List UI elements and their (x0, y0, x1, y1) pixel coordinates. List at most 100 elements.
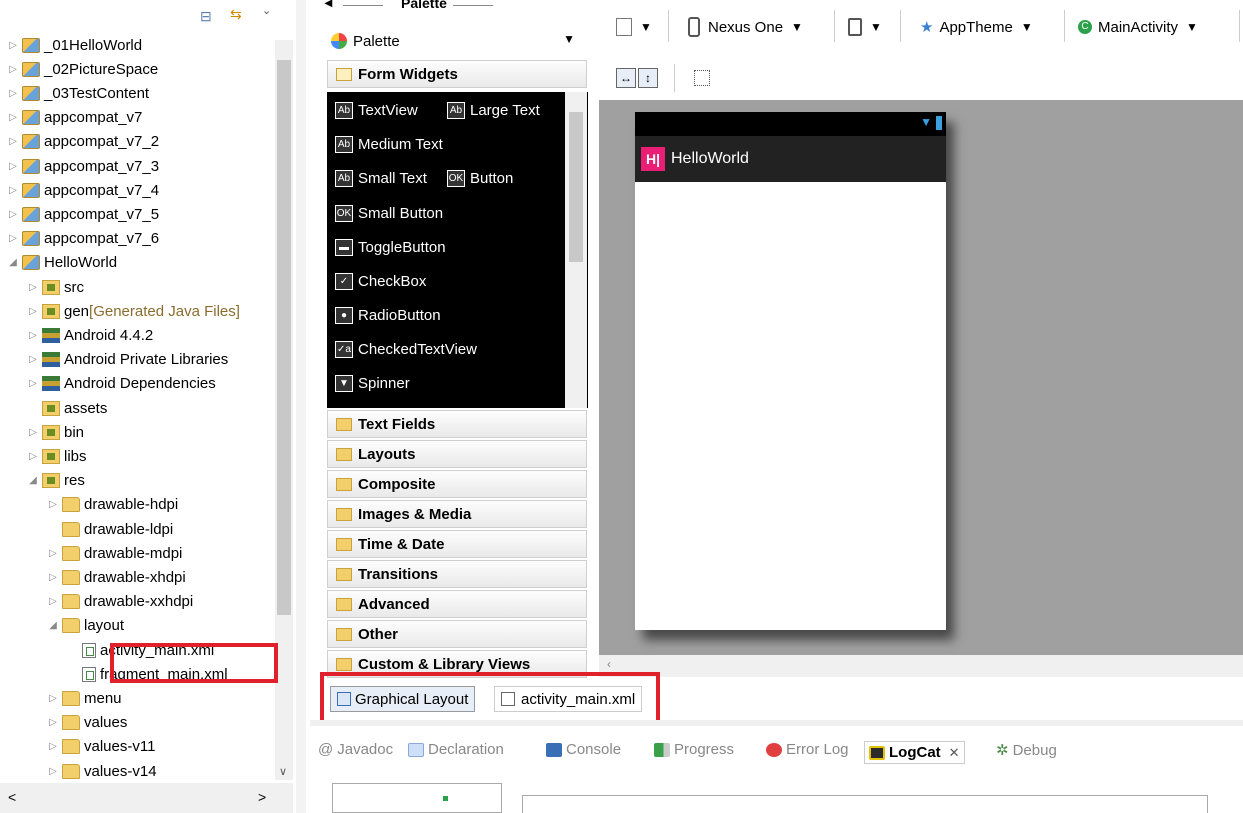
activity-dropdown[interactable]: C MainActivity ▼ (1078, 12, 1198, 42)
palette-widget[interactable]: ✓a CheckedTextView (335, 337, 477, 361)
palette-widget[interactable]: Ab TextView (335, 98, 418, 122)
collapsed-arrow-icon[interactable]: ▷ (46, 548, 60, 559)
tree-item[interactable]: ◢ res (26, 469, 85, 493)
palette-widget[interactable]: Ab Small Text (335, 166, 427, 190)
collapsed-arrow-icon[interactable]: ▷ (6, 185, 20, 196)
tab-error-log[interactable]: Error Log (766, 741, 849, 758)
tree-item[interactable]: ▷ appcompat_v7_3 (6, 154, 159, 178)
collapsed-arrow-icon[interactable]: ▷ (26, 306, 40, 317)
tree-item[interactable]: ▷ appcompat_v7_4 (6, 178, 159, 202)
category-form-widgets[interactable]: Form Widgets (327, 60, 587, 88)
palette-back-icon[interactable]: ◂ (325, 0, 332, 11)
orientation-dropdown[interactable]: ▼ (848, 12, 882, 42)
canvas-horizontal-scrollbar[interactable]: ‹ (599, 655, 1243, 677)
collapsed-arrow-icon[interactable]: ▷ (46, 741, 60, 752)
palette-category[interactable]: Layouts (327, 440, 587, 468)
tree-item[interactable]: ▷ drawable-xxhdpi (46, 590, 193, 614)
palette-category[interactable]: Transitions (327, 560, 587, 588)
collapsed-arrow-icon[interactable]: ▷ (46, 499, 60, 510)
palette-category[interactable]: Composite (327, 470, 587, 498)
collapsed-arrow-icon[interactable]: ▷ (26, 451, 40, 462)
tree-item[interactable]: ▷ appcompat_v7_6 (6, 227, 159, 251)
tree-item[interactable]: ▷ libs (26, 444, 86, 468)
tab-progress[interactable]: Progress (654, 741, 734, 758)
tree-item[interactable]: ▷ src (26, 275, 84, 299)
scroll-down-icon[interactable]: ∨ (279, 765, 287, 778)
tree-item[interactable]: ◢ HelloWorld (6, 251, 117, 275)
tree-item[interactable]: ▷ appcompat_v7_5 (6, 202, 159, 226)
palette-widget[interactable]: OK Button (447, 166, 513, 190)
widget-scrollbar-thumb[interactable] (569, 112, 583, 262)
palette-dropdown[interactable]: Palette ▼ (327, 28, 587, 54)
collapsed-arrow-icon[interactable]: ▷ (26, 330, 40, 341)
tab-logcat[interactable]: LogCat ✕ (864, 741, 965, 764)
tree-item[interactable]: ▷ appcompat_v7_2 (6, 130, 159, 154)
tree-item[interactable]: ▷ Android 4.4.2 (26, 323, 153, 347)
collapsed-arrow-icon[interactable]: ▷ (6, 209, 20, 220)
expanded-arrow-icon[interactable]: ◢ (26, 475, 40, 486)
close-icon[interactable]: ✕ (949, 745, 960, 761)
collapsed-arrow-icon[interactable]: ▷ (6, 64, 20, 75)
tree-item[interactable]: ▷ gen [Generated Java Files] (26, 299, 240, 323)
tree-horizontal-scrollbar[interactable]: < > (0, 783, 293, 813)
fill-height-icon[interactable]: ↕ (638, 68, 658, 88)
tree-item[interactable]: ▷ values-v11 (46, 735, 155, 759)
tree-item[interactable]: ▷ _01HelloWorld (6, 33, 142, 57)
palette-category[interactable]: Text Fields (327, 410, 587, 438)
scroll-left-icon[interactable]: < (8, 789, 16, 805)
collapsed-arrow-icon[interactable]: ▷ (6, 40, 20, 51)
link-editor-icon[interactable]: ⇆ (230, 6, 242, 23)
tree-item[interactable]: ◢ layout (46, 614, 124, 638)
collapsed-arrow-icon[interactable]: ▷ (6, 88, 20, 99)
palette-category[interactable]: Advanced (327, 590, 587, 618)
palette-widget[interactable]: ▼ Spinner (335, 371, 410, 395)
tab-declaration[interactable]: Declaration (408, 741, 504, 758)
tab-console[interactable]: Console (546, 741, 621, 758)
panel-divider[interactable] (296, 0, 306, 813)
device-dropdown[interactable]: Nexus One ▼ (688, 12, 803, 42)
collapsed-arrow-icon[interactable]: ▷ (6, 112, 20, 123)
collapsed-arrow-icon[interactable]: ▷ (26, 427, 40, 438)
tree-item[interactable]: ▷ _02PictureSpace (6, 57, 158, 81)
margins-icon[interactable] (694, 70, 710, 86)
collapsed-arrow-icon[interactable]: ▷ (26, 282, 40, 293)
collapsed-arrow-icon[interactable]: ▷ (46, 572, 60, 583)
collapsed-arrow-icon[interactable]: ▷ (46, 766, 60, 777)
collapsed-arrow-icon[interactable]: ▷ (6, 233, 20, 244)
collapsed-arrow-icon[interactable]: ▷ (26, 378, 40, 389)
tree-scrollbar-thumb[interactable] (277, 60, 291, 615)
tree-item[interactable]: ▷ menu (46, 686, 121, 710)
collapsed-arrow-icon[interactable]: ▷ (46, 596, 60, 607)
widget-scrollbar[interactable] (565, 92, 587, 408)
theme-dropdown[interactable]: ★ AppTheme ▼ (920, 12, 1033, 42)
palette-category[interactable]: Time & Date (327, 530, 587, 558)
palette-widget[interactable]: ● RadioButton (335, 303, 441, 327)
collapsed-arrow-icon[interactable]: ▷ (46, 717, 60, 728)
palette-category[interactable]: Other (327, 620, 587, 648)
tab-debug[interactable]: ✲ Debug (996, 741, 1057, 760)
tree-item[interactable]: ▷ drawable-xhdpi (46, 565, 186, 589)
collapse-all-icon[interactable]: ⊟ (200, 8, 212, 25)
scroll-right-icon[interactable]: > (258, 789, 266, 805)
tree-item[interactable]: ▷ appcompat_v7 (6, 106, 142, 130)
tree-item[interactable]: ▷ Android Dependencies (26, 372, 216, 396)
expanded-arrow-icon[interactable]: ◢ (46, 620, 60, 631)
view-menu-icon[interactable]: ⌄ (262, 4, 271, 17)
tree-item[interactable]: drawable-ldpi (46, 517, 173, 541)
collapsed-arrow-icon[interactable]: ▷ (6, 161, 20, 172)
device-preview[interactable]: ▼ H| HelloWorld (635, 112, 946, 630)
tree-item[interactable]: ▷ drawable-mdpi (46, 541, 182, 565)
palette-widget[interactable]: Ab Large Text (447, 98, 540, 122)
collapsed-arrow-icon[interactable]: ▷ (46, 693, 60, 704)
fill-width-icon[interactable]: ↔ (616, 68, 636, 88)
palette-category[interactable]: Images & Media (327, 500, 587, 528)
expanded-arrow-icon[interactable]: ◢ (6, 257, 20, 268)
collapsed-arrow-icon[interactable]: ▷ (26, 354, 40, 365)
tree-item[interactable]: ▷ values-v14 (46, 759, 156, 783)
palette-widget[interactable]: ✓ CheckBox (335, 269, 426, 293)
palette-widget[interactable]: Ab Medium Text (335, 132, 443, 156)
tree-item[interactable]: ▷ drawable-hdpi (46, 493, 178, 517)
tree-item[interactable]: ▷ bin (26, 420, 84, 444)
tree-item[interactable]: assets (26, 396, 107, 420)
palette-widget[interactable]: ▬ ToggleButton (335, 235, 446, 259)
